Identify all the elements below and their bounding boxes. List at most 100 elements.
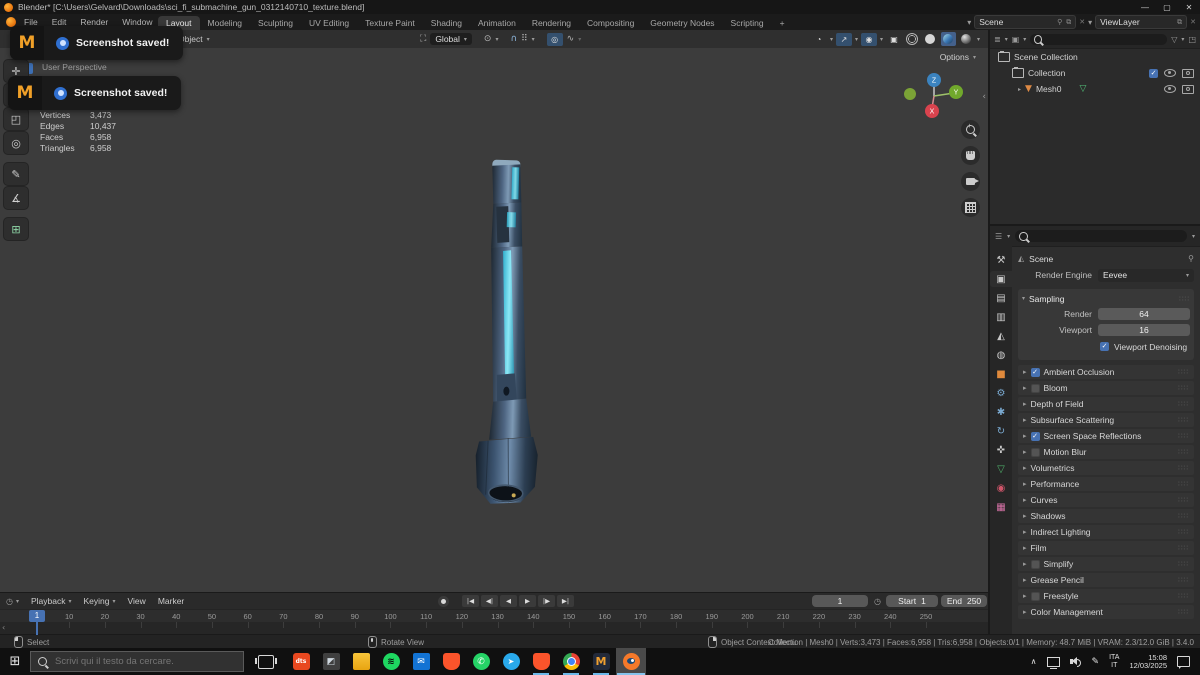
timeline-menu-marker[interactable]: Marker [158, 596, 184, 606]
visibility-chevron[interactable]: ▾ [830, 36, 833, 43]
workspace-tab-animation[interactable]: Animation [470, 16, 524, 30]
pen-icon[interactable]: ✎ [1092, 657, 1100, 667]
scale-tool[interactable]: ◰ [4, 108, 28, 130]
properties-tab-object[interactable]: ■ [990, 366, 1012, 382]
taskbar-icon-mail[interactable]: ✉ [406, 648, 436, 675]
next-keyframe-button[interactable]: |▶ [538, 595, 555, 607]
section-volumetrics[interactable]: ▸ Volumetrics ∷∷ [1018, 461, 1194, 475]
viewport-denoising-checkbox[interactable]: ✓ [1100, 342, 1109, 351]
volume-icon[interactable] [1069, 657, 1082, 667]
close-button[interactable]: ✕ [1178, 3, 1200, 12]
action-center-icon[interactable] [1177, 656, 1190, 669]
options-dropdown[interactable]: Options ▾ [940, 52, 976, 62]
jump-to-end-button[interactable]: ▶| [557, 595, 574, 607]
toast-notification[interactable]: M Screenshot saved! [8, 76, 182, 110]
taskbar-icon-blender[interactable] [616, 648, 646, 675]
measure-tool[interactable]: ∡ [4, 187, 28, 209]
properties-tab-render[interactable]: ▣ [990, 271, 1012, 287]
eye-icon[interactable] [1164, 85, 1176, 93]
outliner-row-collection[interactable]: Collection ✓ [990, 65, 1200, 81]
section-checkbox[interactable] [1030, 383, 1040, 393]
properties-tab-material[interactable]: ◉ [990, 480, 1012, 496]
snap-target-icon[interactable]: ⊙ [484, 34, 492, 44]
taskbar-icon-spotify[interactable]: ≋ [376, 648, 406, 675]
taskbar-icon-photos[interactable]: ◩ [316, 648, 346, 675]
section-shadows[interactable]: ▸ Shadows ∷∷ [1018, 509, 1194, 523]
pin-icon[interactable]: ⚲ [1188, 254, 1194, 263]
workspace-tab-rendering[interactable]: Rendering [524, 16, 579, 30]
workspace-tab-shading[interactable]: Shading [423, 16, 470, 30]
current-frame-indicator[interactable]: 1 [29, 610, 45, 622]
network-icon[interactable] [1046, 656, 1060, 669]
taskbar-icon-telegram[interactable]: ➤ [496, 648, 526, 675]
section-depth-of-field[interactable]: ▸ Depth of Field ∷∷ [1018, 397, 1194, 411]
xray-toggle-icon[interactable]: ▣ [886, 33, 902, 46]
properties-tab-view-layer[interactable]: ▥ [990, 309, 1012, 325]
use-preview-range-icon[interactable]: ◷ [874, 597, 881, 606]
section-grease-pencil[interactable]: ▸ Grease Pencil ∷∷ [1018, 573, 1194, 587]
playhead[interactable] [36, 622, 38, 635]
falloff-chevron[interactable]: ▾ [578, 36, 581, 43]
properties-tab-output[interactable]: ▤ [990, 290, 1012, 306]
play-reverse-button[interactable]: ◀ [500, 595, 517, 607]
viewlayer-selector[interactable]: ViewLayer ⧉ [1095, 15, 1188, 29]
task-view-icon[interactable] [255, 654, 277, 669]
annotate-tool[interactable]: ✎ [4, 163, 28, 185]
properties-tab-modifiers[interactable]: ⚙ [990, 385, 1012, 401]
taskbar-icon-meshy[interactable]: M [586, 648, 616, 675]
orientation-dropdown[interactable]: Global ▾ [430, 33, 472, 45]
collection-checkbox[interactable]: ✓ [1149, 68, 1158, 78]
shading-material-button[interactable] [940, 32, 956, 46]
overlays-chevron[interactable]: ▾ [880, 36, 883, 43]
funnel-chevron[interactable]: ▾ [1181, 36, 1184, 43]
workspace-tab-uv-editing[interactable]: UV Editing [301, 16, 357, 30]
outliner-settings-icon[interactable]: ◳ [1188, 35, 1196, 44]
section-screen-space-reflections[interactable]: ▸ Screen Space Reflections ∷∷ [1018, 429, 1194, 443]
panel-divider[interactable] [990, 224, 1200, 226]
taskbar-icon-chrome[interactable] [556, 648, 586, 675]
section-color-management[interactable]: ▸ Color Management ∷∷ [1018, 605, 1194, 619]
workspace-tab-scripting[interactable]: Scripting [723, 16, 772, 30]
editor-type-chevron[interactable]: ▾ [1007, 233, 1010, 240]
expander-icon[interactable]: ▸ [1018, 86, 1021, 93]
properties-tab-texture[interactable]: ▦ [990, 499, 1012, 515]
section-checkbox[interactable] [1030, 447, 1040, 457]
render-visibility-icon[interactable] [1182, 84, 1194, 94]
section-ambient-occlusion[interactable]: ▸ Ambient Occlusion ∷∷ [1018, 365, 1194, 379]
section-motion-blur[interactable]: ▸ Motion Blur ∷∷ [1018, 445, 1194, 459]
display-mode-icon[interactable]: ≣ [994, 35, 1001, 44]
workspace-tab-texture-paint[interactable]: Texture Paint [357, 16, 423, 30]
section-indirect-lighting[interactable]: ▸ Indirect Lighting ∷∷ [1018, 525, 1194, 539]
taskbar-icon-dts[interactable]: dts [286, 648, 316, 675]
snap-target-chevron[interactable]: ▾ [495, 36, 498, 43]
language-indicator[interactable]: ITA IT [1109, 654, 1119, 670]
outliner-row-mesh0[interactable]: ▸ ▼ Mesh0 ▽ [990, 81, 1200, 97]
outliner-row-scene-collection[interactable]: Scene Collection [990, 49, 1200, 65]
properties-tab-object-data[interactable]: ▽ [990, 461, 1012, 477]
new-scene-icon[interactable]: ⧉ [1066, 18, 1071, 27]
funnel-filter-icon[interactable]: ▽ [1171, 35, 1177, 44]
section-freestyle[interactable]: ▸ Freestyle ∷∷ [1018, 589, 1194, 603]
viewport-3d[interactable]: User Perspective Options ▾ Vertices 3,473… [0, 48, 988, 592]
current-frame-field[interactable]: 1 [812, 595, 868, 607]
overlays-toggle-icon[interactable]: ◉ [860, 32, 877, 46]
gizmos-toggle-icon[interactable]: ↗ [835, 32, 852, 46]
taskbar-icon-brave[interactable] [436, 648, 466, 675]
shading-wireframe-button[interactable] [905, 32, 920, 46]
sampling-header[interactable]: ▾ Sampling ∷∷ [1022, 292, 1190, 305]
render-visibility-icon[interactable] [1182, 68, 1194, 78]
previous-keyframe-button[interactable]: ◀| [481, 595, 498, 607]
properties-search-input[interactable] [1030, 230, 1183, 242]
timeline-menu-keying[interactable]: Keying ▾ [84, 596, 116, 606]
taskbar-icon-whatsapp[interactable]: ✆ [466, 648, 496, 675]
taskbar-search[interactable] [30, 651, 244, 672]
frame-end-field[interactable]: End 250 [941, 595, 987, 607]
filter-id-chevron[interactable]: ▾ [1023, 36, 1026, 43]
properties-tab-scene[interactable]: ◭ [990, 328, 1012, 344]
magnet-snap-icon[interactable]: ∩ [510, 34, 517, 44]
display-mode-chevron[interactable]: ▾ [1005, 36, 1008, 43]
render-engine-dropdown[interactable]: Eevee ▾ [1098, 268, 1194, 282]
scroll-left-icon[interactable]: ‹ [2, 623, 5, 632]
taskbar-icon-file-explorer[interactable] [346, 648, 376, 675]
workspace-tab-sculpting[interactable]: Sculpting [250, 16, 301, 30]
